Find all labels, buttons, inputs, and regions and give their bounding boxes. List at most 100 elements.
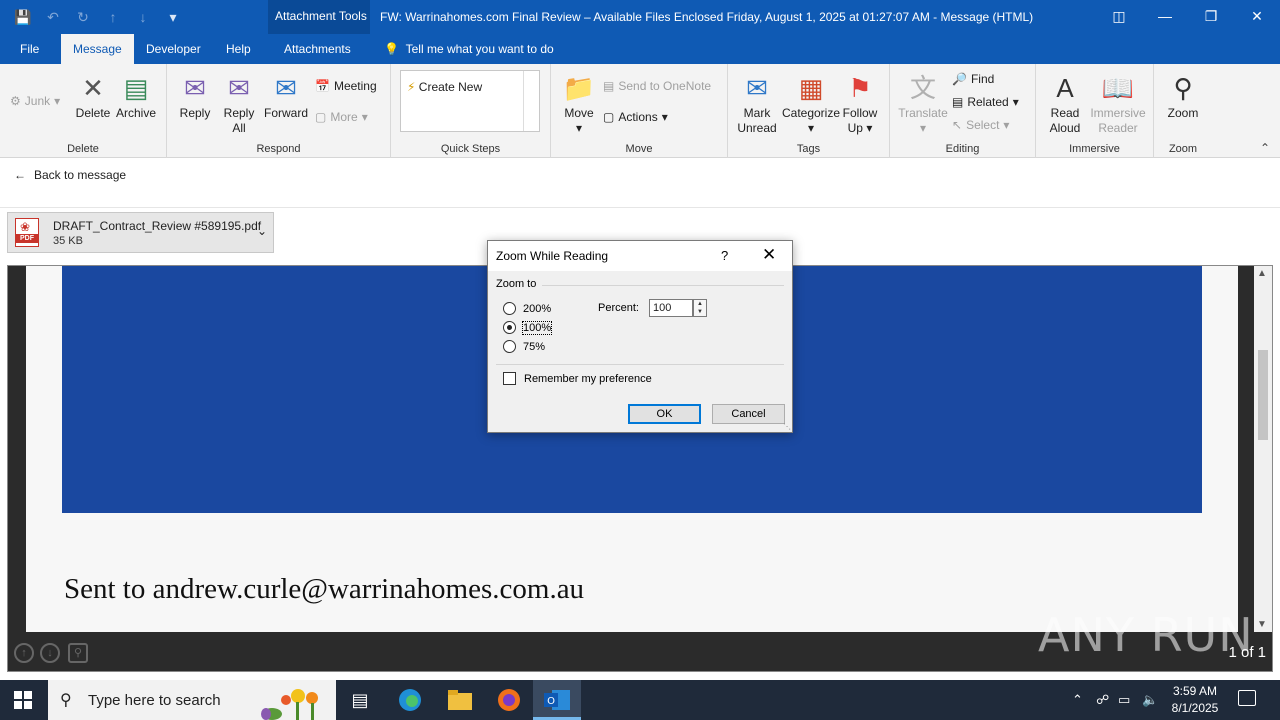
scroll-thumb[interactable] [1258, 350, 1268, 440]
find-in-preview-icon[interactable]: ⚲ [68, 643, 88, 663]
spin-up-icon[interactable]: ▲ [694, 300, 706, 308]
taskbar-search[interactable]: ⚲ Type here to search [48, 680, 336, 720]
outlook-icon[interactable]: O [543, 686, 571, 714]
reply-all-icon: ✉ [228, 72, 250, 103]
tab-developer[interactable]: Developer [134, 34, 213, 64]
undo-icon[interactable]: ↶ [44, 8, 62, 26]
archive-icon: ▤ [123, 72, 149, 103]
delete-x-icon: ✕ [82, 72, 104, 103]
scroll-down-icon[interactable]: ▼ [1257, 619, 1267, 630]
next-page-icon[interactable]: ↓ [40, 643, 60, 663]
radio-100[interactable]: 100% [503, 320, 553, 335]
ribbon-display-icon[interactable]: ◫ [1096, 0, 1142, 32]
checkbox-box[interactable] [503, 372, 516, 385]
restore-button[interactable]: ❐ [1188, 0, 1234, 32]
save-icon[interactable]: 💾 [14, 8, 32, 26]
back-to-message-link[interactable]: ← Back to message [14, 168, 126, 182]
reply-all-button[interactable]: ✉ Reply All [219, 72, 259, 136]
junk-button[interactable]: ⚙ Junk ▾ [10, 94, 60, 108]
firefox-icon[interactable] [495, 686, 523, 714]
acrobat-icon: ❀ [20, 220, 31, 234]
task-view-icon[interactable]: ▤ [346, 686, 374, 714]
resize-grip-icon[interactable]: ⋱ [783, 422, 791, 431]
find-button[interactable]: 🔎 Find [952, 72, 994, 86]
preview-scrollbar[interactable]: ▲ ▼ [1254, 266, 1272, 632]
percent-spinner[interactable]: ▲ ▼ [693, 299, 707, 317]
remember-preference-checkbox[interactable]: Remember my preference [503, 372, 652, 385]
translate-button[interactable]: 文 Translate ▾ [896, 72, 950, 136]
scroll-up-icon[interactable]: ▲ [1257, 268, 1267, 279]
windows-start-icon[interactable] [14, 691, 32, 709]
up-arrow-icon[interactable]: ↑ [104, 8, 122, 26]
spin-down-icon[interactable]: ▼ [694, 308, 706, 316]
previous-page-icon[interactable]: ↑ [14, 643, 34, 663]
pdf-icon-label: PDF [15, 234, 39, 243]
quick-steps-gallery: ⚡ Create New [400, 70, 540, 132]
sent-to-text: Sent to andrew.curle@warrinahomes.com.au [64, 573, 585, 605]
send-to-onenote-button[interactable]: ▤ Send to OneNote [603, 79, 711, 93]
actions-icon: ▢ [603, 110, 615, 124]
tab-message[interactable]: Message [61, 34, 134, 64]
cancel-button[interactable]: Cancel [712, 404, 785, 424]
help-icon[interactable]: ? [721, 248, 728, 263]
reply-button[interactable]: ✉ Reply [175, 72, 215, 121]
network-icon[interactable]: ▭ [1118, 692, 1130, 708]
archive-button[interactable]: ▤ Archive [114, 72, 158, 121]
chevron-down-icon[interactable]: ⌄ [257, 224, 267, 238]
ok-button[interactable]: OK [628, 404, 701, 424]
radio-75[interactable]: 75% [503, 340, 545, 353]
immersive-reader-button[interactable]: 📖 Immersive Reader [1088, 72, 1148, 136]
tell-me-box[interactable]: 💡 Tell me what you want to do [384, 34, 554, 64]
tab-attachments[interactable]: Attachments [272, 34, 363, 64]
related-button[interactable]: ▤ Related ▾ [952, 95, 1019, 109]
tab-help[interactable]: Help [214, 34, 263, 64]
radio-200-circle[interactable] [503, 302, 516, 315]
tell-me-text: Tell me what you want to do [405, 42, 554, 56]
file-explorer-icon[interactable] [446, 686, 474, 714]
delete-group: ⚙ Junk ▾ ✕ Delete ▤ Archive Delete [0, 64, 167, 158]
taskbar-clock[interactable]: 3:59 AM 8/1/2025 [1162, 683, 1228, 717]
down-arrow-icon[interactable]: ↓ [134, 8, 152, 26]
actions-button[interactable]: ▢ Actions ▾ [603, 110, 668, 124]
notifications-icon[interactable] [1238, 690, 1256, 706]
clock-date: 8/1/2025 [1171, 701, 1219, 715]
junk-icon: ⚙ [10, 94, 21, 108]
meeting-button[interactable]: 📅 Meeting [315, 79, 377, 93]
collapse-ribbon-icon[interactable]: ⌃ [1260, 141, 1270, 155]
create-new-quickstep[interactable]: ⚡ Create New [407, 80, 482, 94]
quick-steps-scroll[interactable] [523, 71, 539, 131]
categorize-button[interactable]: ▦ Categorize ▾ [780, 72, 842, 136]
follow-up-button[interactable]: ⚑ Follow Up ▾ [840, 72, 880, 136]
forward-button[interactable]: ✉ Forward [263, 72, 309, 121]
radio-75-circle[interactable] [503, 340, 516, 353]
title-bar: 💾 ↶ ↻ ↑ ↓ ▾ FW: Warrinahomes.com Final R… [0, 0, 1280, 34]
tab-file[interactable]: File [8, 34, 51, 64]
close-button[interactable]: ✕ [1234, 0, 1280, 32]
customize-qat-icon[interactable]: ▾ [164, 8, 182, 26]
dialog-close-icon[interactable]: ✕ [762, 245, 776, 265]
defender-icon[interactable]: ☍ [1096, 692, 1109, 708]
minimize-button[interactable]: — [1142, 0, 1188, 32]
more-button[interactable]: ▢ More ▾ [315, 110, 368, 124]
edge-icon[interactable] [396, 686, 424, 714]
tray-chevron-icon[interactable]: ⌃ [1072, 692, 1083, 708]
read-aloud-button[interactable]: A Read Aloud [1042, 72, 1088, 136]
find-icon: 🔎 [952, 72, 967, 86]
volume-icon[interactable]: 🔈 [1142, 692, 1158, 708]
magnifier-icon: ⚲ [1173, 72, 1193, 103]
radio-100-circle[interactable] [503, 321, 516, 334]
mark-unread-button[interactable]: ✉ Mark Unread [732, 72, 782, 136]
delete-button[interactable]: ✕ Delete [74, 72, 112, 121]
back-arrow-icon: ← [14, 168, 26, 182]
search-placeholder: Type here to search [88, 692, 221, 709]
move-button[interactable]: 📁 Move ▾ [559, 72, 599, 136]
select-button[interactable]: ↖ Select ▾ [952, 118, 1009, 132]
redo-icon[interactable]: ↻ [74, 8, 92, 26]
back-to-message-text: Back to message [34, 168, 127, 182]
zoom-button[interactable]: ⚲ Zoom [1160, 72, 1206, 121]
attachment-size: 35 KB [53, 235, 83, 247]
radio-200[interactable]: 200% [503, 302, 551, 315]
attachment-item[interactable]: ❀ PDF DRAFT_Contract_Review #589195.pdf … [7, 212, 274, 253]
onenote-icon: ▤ [603, 79, 615, 93]
percent-input[interactable]: 100 [649, 299, 693, 317]
